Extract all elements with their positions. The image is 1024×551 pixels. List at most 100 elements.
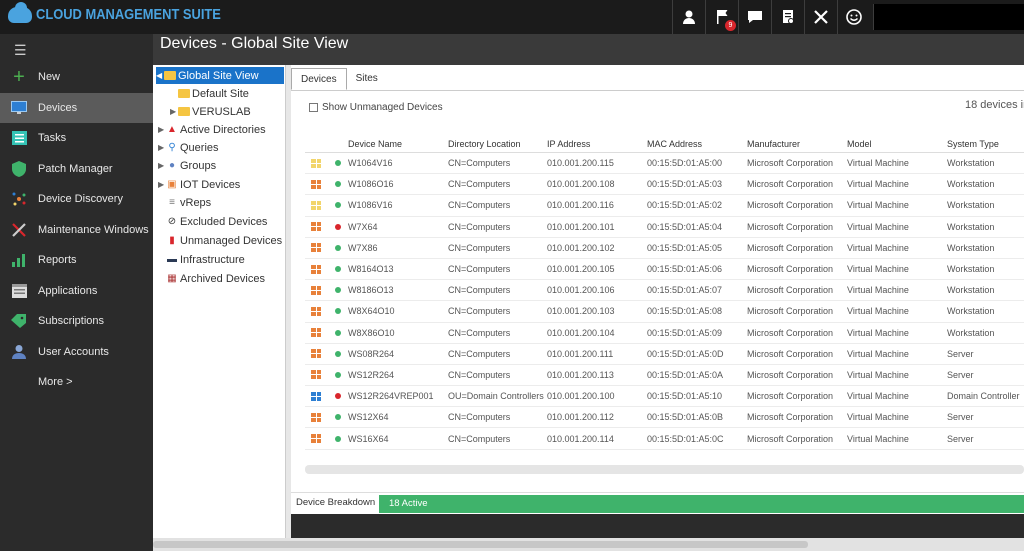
status-dot-icon <box>334 329 341 336</box>
expand-arrow-icon[interactable]: ▶ <box>158 180 166 189</box>
horizontal-scrollbar[interactable] <box>305 465 1024 474</box>
smiley-icon[interactable] <box>837 0 870 34</box>
cell-model: Virtual Machine <box>847 433 909 444</box>
tree-item-unmanaged-devices[interactable]: ▮ Unmanaged Devices <box>166 232 282 249</box>
table-row[interactable]: WS12R264VREP001 OU=Domain Controllers 010.… <box>305 386 1024 408</box>
sidebar-item-more[interactable]: More > <box>0 367 153 398</box>
cell-type: Workstation <box>947 285 995 296</box>
tree-item-vreps[interactable]: ≡ vReps <box>166 194 211 211</box>
hamburger-menu-icon[interactable]: ☰ <box>14 42 27 59</box>
tools-icon[interactable] <box>804 0 837 34</box>
tree-item-iot-devices[interactable]: ▶ ▣ IOT Devices <box>158 176 240 193</box>
bottom-scrollbar[interactable] <box>153 538 1024 551</box>
sidebar-item-reports[interactable]: Reports <box>0 245 153 276</box>
expand-arrow-icon[interactable]: ▶ <box>158 125 166 134</box>
cell-mac: 00:15:5D:01:A5:02 <box>647 200 723 211</box>
tree-item-archived-devices[interactable]: ▦ Archived Devices <box>166 270 265 287</box>
scrollbar-thumb[interactable] <box>153 541 808 548</box>
table-row[interactable]: W1086V16 CN=Computers 010.001.200.116 00:15… <box>305 195 1024 217</box>
table-row[interactable]: WS12R264 CN=Computers 010.001.200.113 00:15… <box>305 365 1024 387</box>
table-row[interactable]: W8X64O10 CN=Computers 010.001.200.103 00:15… <box>305 301 1024 323</box>
sidebar-item-devices[interactable]: Devices <box>0 92 153 123</box>
table-row[interactable]: W8X86O10 CN=Computers 010.001.200.104 00:15… <box>305 323 1024 344</box>
table-row[interactable]: W8186O13 CN=Computers 010.001.200.106 00:15… <box>305 280 1024 302</box>
status-cell <box>327 202 348 209</box>
column-header-model[interactable]: Model <box>847 135 947 152</box>
windows-logo-icon <box>311 285 321 295</box>
show-unmanaged-checkbox[interactable] <box>309 103 318 112</box>
table-row[interactable]: WS16X64 CN=Computers 010.001.200.114 00:15:… <box>305 428 1024 450</box>
cell-name: W8164O13 <box>348 264 394 275</box>
sidebar-item-subscriptions[interactable]: Subscriptions <box>0 306 153 337</box>
sidebar-item-maintenance-windows[interactable]: Maintenance Windows <box>0 215 153 246</box>
shield-icon <box>10 160 28 177</box>
tree-item-default-site[interactable]: Default Site <box>178 85 249 102</box>
cell-type: Workstation <box>947 179 995 190</box>
tree-item-label: Global Site View <box>178 69 259 82</box>
tree-item-excluded-devices[interactable]: ⊘ Excluded Devices <box>166 213 268 230</box>
table-row[interactable]: W7X86 CN=Computers 010.001.200.102 00:15:5D… <box>305 238 1024 259</box>
column-header-device-name[interactable]: Device Name <box>348 135 448 152</box>
expand-arrow-icon[interactable]: ▶ <box>158 143 166 152</box>
column-header-mac-address[interactable]: MAC Address <box>647 135 747 152</box>
table-row[interactable]: WS08R264 CN=Computers 010.001.200.111 00:15… <box>305 344 1024 365</box>
cloud-logo-icon <box>8 1 32 23</box>
cell-ip: 010.001.200.106 <box>547 285 615 296</box>
cell-mfr: Microsoft Corporation <box>747 200 834 211</box>
archive-icon: ▦ <box>167 273 177 284</box>
cell-dir: CN=Computers <box>448 327 511 338</box>
tree-item-label: Active Directories <box>180 123 266 136</box>
active-directory-icon: ▲ <box>167 124 177 135</box>
cell-ip: 010.001.200.112 <box>547 412 614 423</box>
tree-item-active-directories[interactable]: ▶ ▲ Active Directories <box>158 121 266 138</box>
cell-type: Workstation <box>947 200 995 211</box>
tree-item-global-site-view[interactable]: ◀ Global Site View <box>156 67 284 84</box>
expand-arrow-icon[interactable]: ▶ <box>158 161 166 170</box>
tab-devices[interactable]: Devices <box>291 68 347 90</box>
user-icon[interactable] <box>672 0 705 34</box>
tree-item-infrastructure[interactable]: ▬ Infrastructure <box>166 251 245 268</box>
column-header-manufacturer[interactable]: Manufacturer <box>747 135 847 152</box>
tree-item-veruslab[interactable]: ▶ VERUSLAB <box>170 103 251 120</box>
flag-icon[interactable]: 9 <box>705 0 738 34</box>
show-unmanaged-toggle[interactable]: Show Unmanaged Devices <box>309 102 443 113</box>
tab-sites[interactable]: Sites <box>347 68 387 90</box>
sidebar-nav: + New Devices Tasks Patch Manager Device… <box>0 62 153 398</box>
sidebar-item-applications[interactable]: Applications <box>0 276 153 307</box>
column-header-system-type[interactable]: System Type <box>947 135 1024 152</box>
app-title: CLOUD MANAGEMENT SUITE <box>36 6 221 23</box>
tree-item-groups[interactable]: ▶ ● Groups <box>158 157 216 174</box>
cell-model: Virtual Machine <box>847 179 909 190</box>
table-row[interactable]: W1086O16 CN=Computers 010.001.200.108 00:15… <box>305 174 1024 196</box>
device-breakdown-label[interactable]: Device Breakdown <box>296 497 375 508</box>
devices-panel: Devices Sites Show Unmanaged Devices 18 … <box>291 65 1024 514</box>
column-header-ip-address[interactable]: IP Address <box>547 135 647 152</box>
top-search-box[interactable] <box>873 4 1024 30</box>
table-row[interactable]: W7X64 CN=Computers 010.001.200.101 00:15:5D… <box>305 217 1024 238</box>
cell-ip: 010.001.200.111 <box>547 348 614 359</box>
active-devices-bar[interactable]: 18 Active <box>379 495 1024 513</box>
cell-ip: 010.001.200.101 <box>547 221 615 232</box>
table-row[interactable]: WS12X64 CN=Computers 010.001.200.112 00:15:… <box>305 407 1024 429</box>
table-row[interactable]: W8164O13 CN=Computers 010.001.200.105 00:15… <box>305 259 1024 281</box>
os-cell <box>305 349 327 359</box>
sidebar-item-user-accounts[interactable]: User Accounts <box>0 337 153 368</box>
collapse-arrow-icon[interactable]: ◀ <box>156 71 164 80</box>
app-logo[interactable]: CLOUD MANAGEMENT SUITE <box>8 1 251 23</box>
tree-item-label: IOT Devices <box>180 178 241 191</box>
sidebar-item-new[interactable]: + New <box>0 62 153 93</box>
tree-item-queries[interactable]: ▶ ⚲ Queries <box>158 139 219 156</box>
sidebar-item-device-discovery[interactable]: Device Discovery <box>0 184 153 215</box>
chat-icon[interactable] <box>738 0 771 34</box>
column-header-directory-location[interactable]: Directory Location <box>448 135 547 152</box>
status-cell <box>327 223 348 230</box>
cell-mac: 00:15:5D:01:A5:05 <box>647 242 723 253</box>
expand-arrow-icon[interactable]: ▶ <box>170 107 178 116</box>
sidebar-item-label: New <box>38 71 61 84</box>
cell-model: Virtual Machine <box>847 242 909 253</box>
os-column-header <box>305 135 327 152</box>
table-row[interactable]: W1064V16 CN=Computers 010.001.200.115 00:15… <box>305 153 1024 175</box>
document-icon[interactable] <box>771 0 804 34</box>
sidebar-item-patch-manager[interactable]: Patch Manager <box>0 154 153 185</box>
sidebar-item-tasks[interactable]: Tasks <box>0 123 153 154</box>
